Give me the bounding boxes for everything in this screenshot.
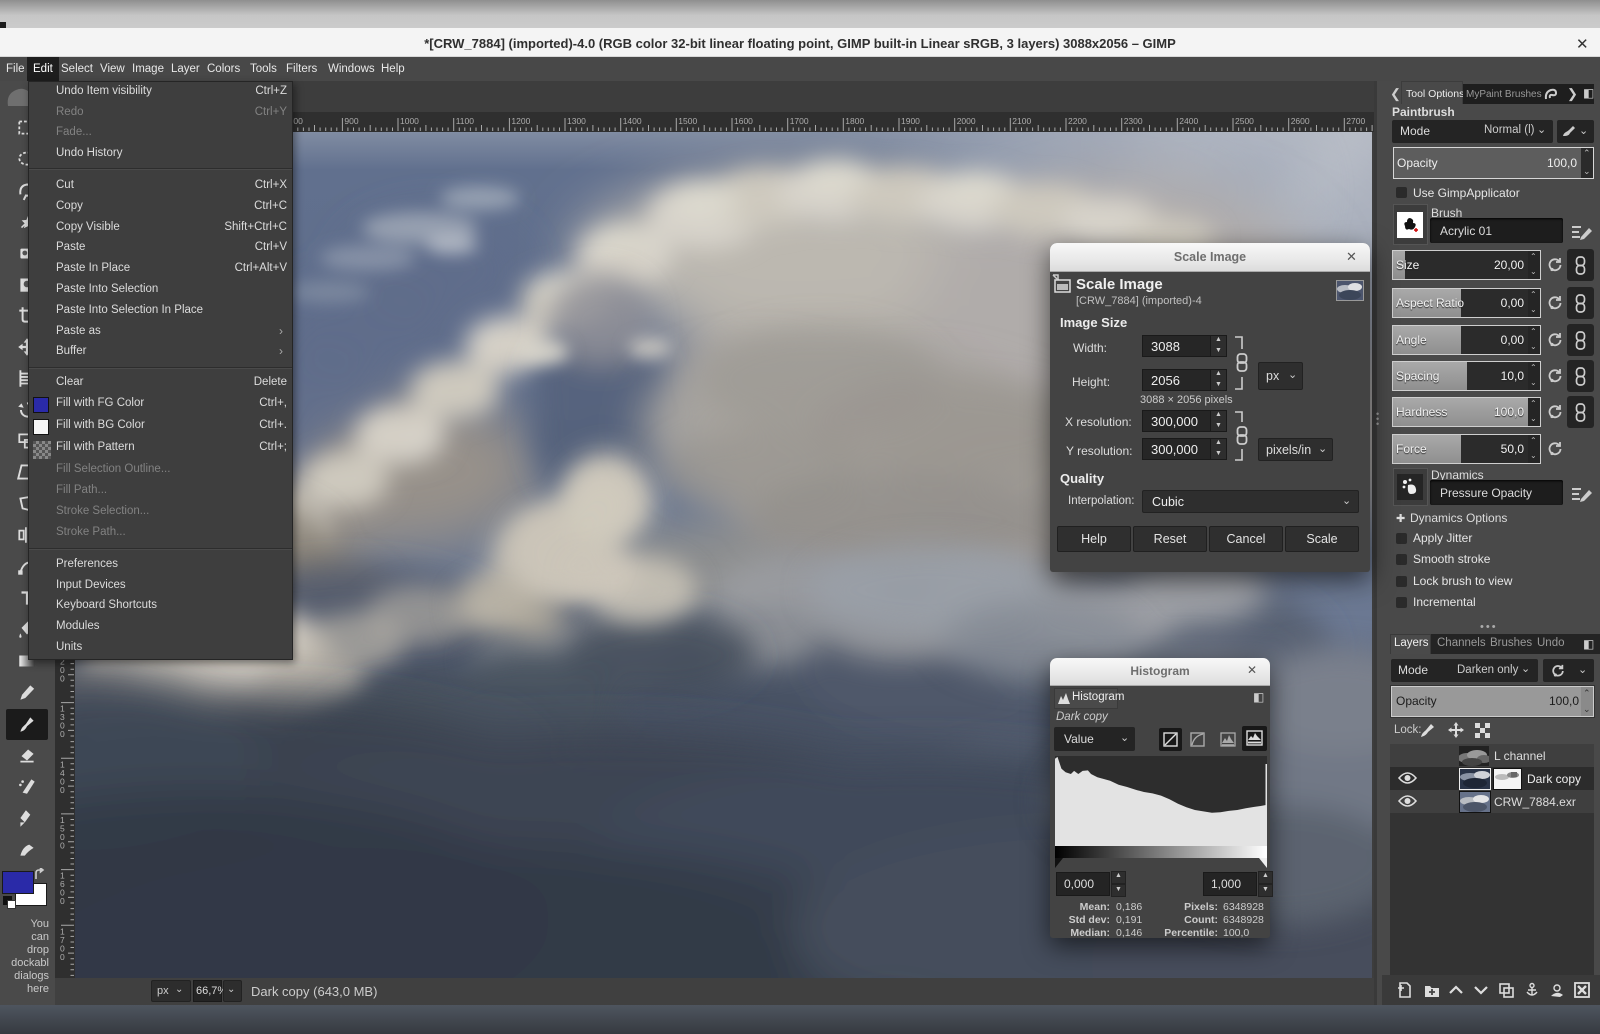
svg-text:1700: 1700 bbox=[790, 116, 809, 126]
svg-text:1900: 1900 bbox=[901, 116, 920, 126]
svg-text:1800: 1800 bbox=[845, 116, 864, 126]
svg-text:0: 0 bbox=[60, 896, 65, 906]
svg-text:0: 0 bbox=[60, 729, 65, 739]
svg-text:0: 0 bbox=[60, 952, 65, 962]
svg-text:2400: 2400 bbox=[1179, 116, 1198, 126]
svg-text:2600: 2600 bbox=[1291, 116, 1310, 126]
svg-text:900: 900 bbox=[344, 116, 358, 126]
svg-text:1600: 1600 bbox=[734, 116, 753, 126]
svg-text:1200: 1200 bbox=[511, 116, 530, 126]
svg-text:0: 0 bbox=[60, 673, 65, 683]
svg-text:1500: 1500 bbox=[678, 116, 697, 126]
svg-text:2700: 2700 bbox=[1346, 116, 1365, 126]
svg-text:0: 0 bbox=[60, 785, 65, 795]
svg-text:0: 0 bbox=[60, 840, 65, 850]
svg-text:1000: 1000 bbox=[400, 116, 419, 126]
svg-text:1400: 1400 bbox=[623, 116, 642, 126]
svg-text:2200: 2200 bbox=[1068, 116, 1087, 126]
svg-text:2300: 2300 bbox=[1124, 116, 1143, 126]
svg-text:2100: 2100 bbox=[1012, 116, 1031, 126]
svg-text:1100: 1100 bbox=[456, 116, 475, 126]
svg-text:1300: 1300 bbox=[567, 116, 586, 126]
svg-text:2500: 2500 bbox=[1235, 116, 1254, 126]
svg-text:2000: 2000 bbox=[957, 116, 976, 126]
